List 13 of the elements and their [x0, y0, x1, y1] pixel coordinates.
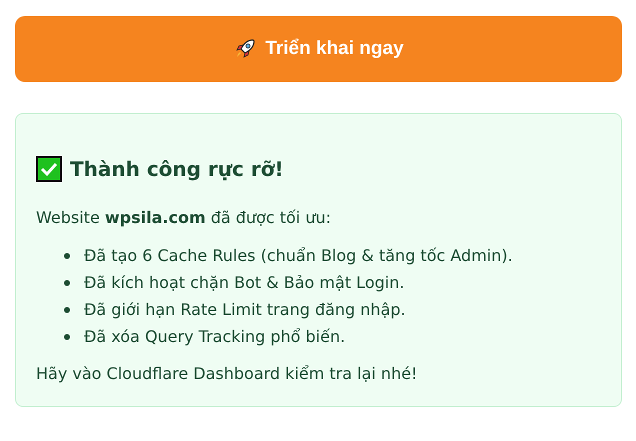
- success-title: Thành công rực rỡ!: [70, 157, 284, 181]
- list-item: Đã tạo 6 Cache Rules (chuẩn Blog & tăng tốc Admin).: [84, 245, 513, 267]
- bullet: [64, 280, 70, 286]
- bullet: [64, 306, 70, 312]
- list-item: Đã kích hoạt chặn Bot & Bảo mật Login.: [84, 272, 404, 294]
- footer-text: Hãy vào Cloudflare Dashboard kiểm tra lại nhé!: [36, 363, 418, 385]
- deploy-button[interactable]: Triển khai ngay: [15, 16, 622, 82]
- list-item: Đã giới hạn Rate Limit trang đăng nhập.: [84, 299, 406, 321]
- bullet: [64, 334, 70, 340]
- list-item: Đã xóa Query Tracking phổ biến.: [84, 326, 346, 348]
- bullet: [64, 252, 70, 258]
- intro-text: Website wpsila.com đã được tối ưu:: [36, 207, 332, 229]
- checkmark-icon: [36, 156, 62, 182]
